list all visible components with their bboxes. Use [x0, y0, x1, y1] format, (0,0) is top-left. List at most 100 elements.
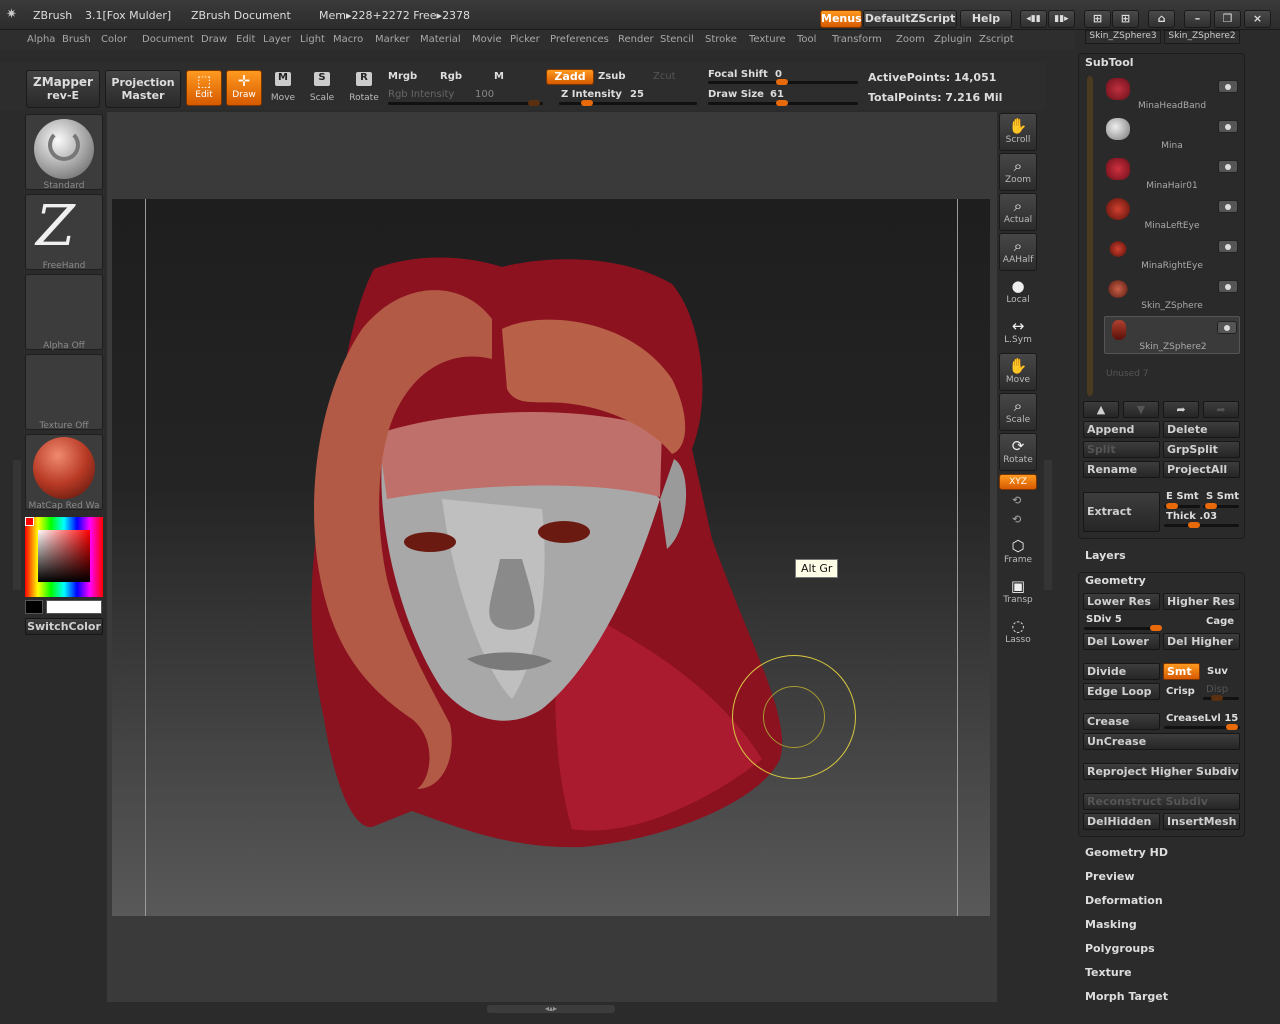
transp-button[interactable]: ▣ Transp — [999, 573, 1037, 611]
menu-color[interactable]: Color — [101, 34, 127, 45]
lock-icon[interactable]: ⌂ — [1148, 10, 1175, 28]
focal-shift-slider[interactable] — [708, 79, 858, 85]
rename-button[interactable]: Rename — [1083, 461, 1160, 478]
scroll-button[interactable]: ✋ Scroll — [999, 113, 1037, 151]
menu-stencil[interactable]: Stencil — [660, 34, 694, 45]
restore-icon[interactable]: ❐ — [1214, 10, 1241, 28]
minimize-icon[interactable]: – — [1184, 10, 1211, 28]
reconstruct-subdiv-button[interactable]: Reconstruct Subdiv — [1083, 793, 1240, 810]
visibility-eye-icon[interactable] — [1218, 200, 1238, 213]
zmapper-button[interactable]: ZMapper rev-E — [26, 70, 100, 108]
canvas-viewport[interactable]: Alt Gr — [112, 199, 990, 916]
subtool-item-mina[interactable]: Mina — [1104, 116, 1240, 154]
s-smt-label[interactable]: S Smt — [1206, 491, 1239, 502]
e-smt-slider[interactable] — [1164, 503, 1200, 509]
menu-stroke[interactable]: Stroke — [705, 34, 737, 45]
subtool-item-skin-zsphere2[interactable]: Skin_ZSphere2 — [1104, 316, 1240, 354]
z-axis-icon[interactable]: ⟲ — [1012, 513, 1021, 526]
lsym-button[interactable]: ↔ L.Sym — [999, 313, 1037, 351]
morph-target-section[interactable]: Morph Target — [1085, 990, 1168, 1003]
m-toggle[interactable]: M — [494, 71, 504, 82]
top-tab-skin-zsphere3[interactable]: Skin_ZSphere3 — [1085, 30, 1161, 44]
sdiv-slider[interactable] — [1084, 625, 1162, 631]
delete-button[interactable]: Delete — [1163, 421, 1240, 438]
layout-a-icon[interactable]: ⊞ — [1084, 10, 1111, 28]
subtool-item-minahair01[interactable]: MinaHair01 — [1104, 156, 1240, 194]
close-icon[interactable]: × — [1244, 10, 1271, 28]
rotate-view-button[interactable]: ⟳ Rotate — [999, 433, 1037, 471]
extract-button[interactable]: Extract — [1083, 492, 1160, 532]
move-view-button[interactable]: ✋ Move — [999, 353, 1037, 391]
delhidden-button[interactable]: DelHidden — [1083, 813, 1160, 830]
menu-draw[interactable]: Draw — [201, 34, 227, 45]
visibility-eye-icon[interactable] — [1218, 240, 1238, 253]
edge-loop-button[interactable]: Edge Loop — [1083, 683, 1160, 700]
subtool-title[interactable]: SubTool — [1085, 56, 1134, 69]
redo-arrow-button[interactable]: ➦ — [1163, 401, 1199, 418]
rotate-button[interactable]: R Rotate — [346, 72, 382, 108]
lower-res-button[interactable]: Lower Res — [1083, 593, 1160, 610]
actual-button[interactable]: ⌕ Actual — [999, 193, 1037, 231]
menu-zplugin[interactable]: Zplugin — [934, 34, 972, 45]
edit-button[interactable]: ⬚ Edit — [186, 70, 222, 106]
local-button[interactable]: ● Local — [999, 273, 1037, 311]
projection-master-button[interactable]: Projection Master — [105, 70, 181, 108]
alpha-thumbnail[interactable]: Alpha Off — [25, 274, 103, 351]
rgb-toggle[interactable]: Rgb — [440, 71, 462, 82]
menu-zoom[interactable]: Zoom — [896, 34, 925, 45]
menu-layer[interactable]: Layer — [263, 34, 291, 45]
visibility-eye-icon[interactable] — [1217, 321, 1237, 334]
material-thumbnail[interactable]: MatCap Red Wa — [25, 434, 103, 511]
zcut-button[interactable]: Zcut — [653, 71, 676, 82]
layers-section[interactable]: Layers — [1085, 549, 1126, 562]
polygroups-section[interactable]: Polygroups — [1085, 942, 1155, 955]
help-button[interactable]: Help — [960, 10, 1012, 28]
visibility-eye-icon[interactable] — [1218, 120, 1238, 133]
divide-button[interactable]: Divide — [1083, 663, 1160, 680]
texture-section[interactable]: Texture — [1085, 966, 1132, 979]
subtool-item-minarighteye[interactable]: MinaRightEye — [1104, 236, 1240, 274]
geometry-title[interactable]: Geometry — [1085, 574, 1146, 587]
crisp-toggle[interactable]: Crisp — [1166, 686, 1195, 697]
move-down-button[interactable]: ▼ — [1123, 401, 1159, 418]
menu-document[interactable]: Document — [142, 34, 194, 45]
menu-brush[interactable]: Brush — [62, 34, 91, 45]
move-button[interactable]: M Move — [266, 72, 300, 108]
draw-button[interactable]: ✛ Draw — [226, 70, 262, 106]
subtool-item-minalefteye[interactable]: MinaLeftEye — [1104, 196, 1240, 234]
suv-toggle[interactable]: Suv — [1207, 666, 1228, 677]
menu-render[interactable]: Render — [618, 34, 654, 45]
masking-section[interactable]: Masking — [1085, 918, 1137, 931]
deformation-section[interactable]: Deformation — [1085, 894, 1163, 907]
del-lower-button[interactable]: Del Lower — [1083, 633, 1160, 650]
menu-light[interactable]: Light — [300, 34, 325, 45]
color-saturation-square[interactable] — [38, 530, 90, 582]
mrgb-toggle[interactable]: Mrgb — [388, 71, 417, 82]
disp-slider[interactable] — [1203, 695, 1239, 701]
move-up-button[interactable]: ▲ — [1083, 401, 1119, 418]
menu-preferences[interactable]: Preferences — [550, 34, 609, 45]
z-intensity-slider[interactable] — [559, 100, 697, 106]
primary-color-swatch[interactable] — [46, 600, 102, 614]
zadd-button[interactable]: Zadd — [546, 69, 594, 85]
s-smt-slider[interactable] — [1203, 503, 1239, 509]
shelf-left-icon[interactable]: ◂▮▮ — [1020, 10, 1047, 28]
del-higher-button[interactable]: Del Higher — [1163, 633, 1240, 650]
aahalf-button[interactable]: ⌕ AAHalf — [999, 233, 1037, 271]
uncrease-button[interactable]: UnCrease — [1083, 733, 1240, 750]
left-tray-handle[interactable] — [13, 460, 21, 590]
split-button[interactable]: Split — [1083, 441, 1160, 458]
texture-thumbnail[interactable]: Texture Off — [25, 354, 103, 431]
secondary-color-swatch[interactable] — [25, 600, 43, 614]
grpsplit-button[interactable]: GrpSplit — [1163, 441, 1240, 458]
switch-color-button[interactable]: SwitchColor — [25, 618, 103, 635]
crease-level-slider[interactable] — [1164, 724, 1240, 730]
crease-button[interactable]: Crease — [1083, 713, 1160, 730]
top-tab-skin-zsphere2[interactable]: Skin_ZSphere2 — [1164, 30, 1240, 44]
visibility-eye-icon[interactable] — [1218, 280, 1238, 293]
y-axis-icon[interactable]: ⟲ — [1012, 494, 1021, 507]
zsub-button[interactable]: Zsub — [598, 71, 625, 82]
menu-picker[interactable]: Picker — [510, 34, 540, 45]
insertmesh-button[interactable]: InsertMesh — [1163, 813, 1240, 830]
menu-tool[interactable]: Tool — [797, 34, 816, 45]
